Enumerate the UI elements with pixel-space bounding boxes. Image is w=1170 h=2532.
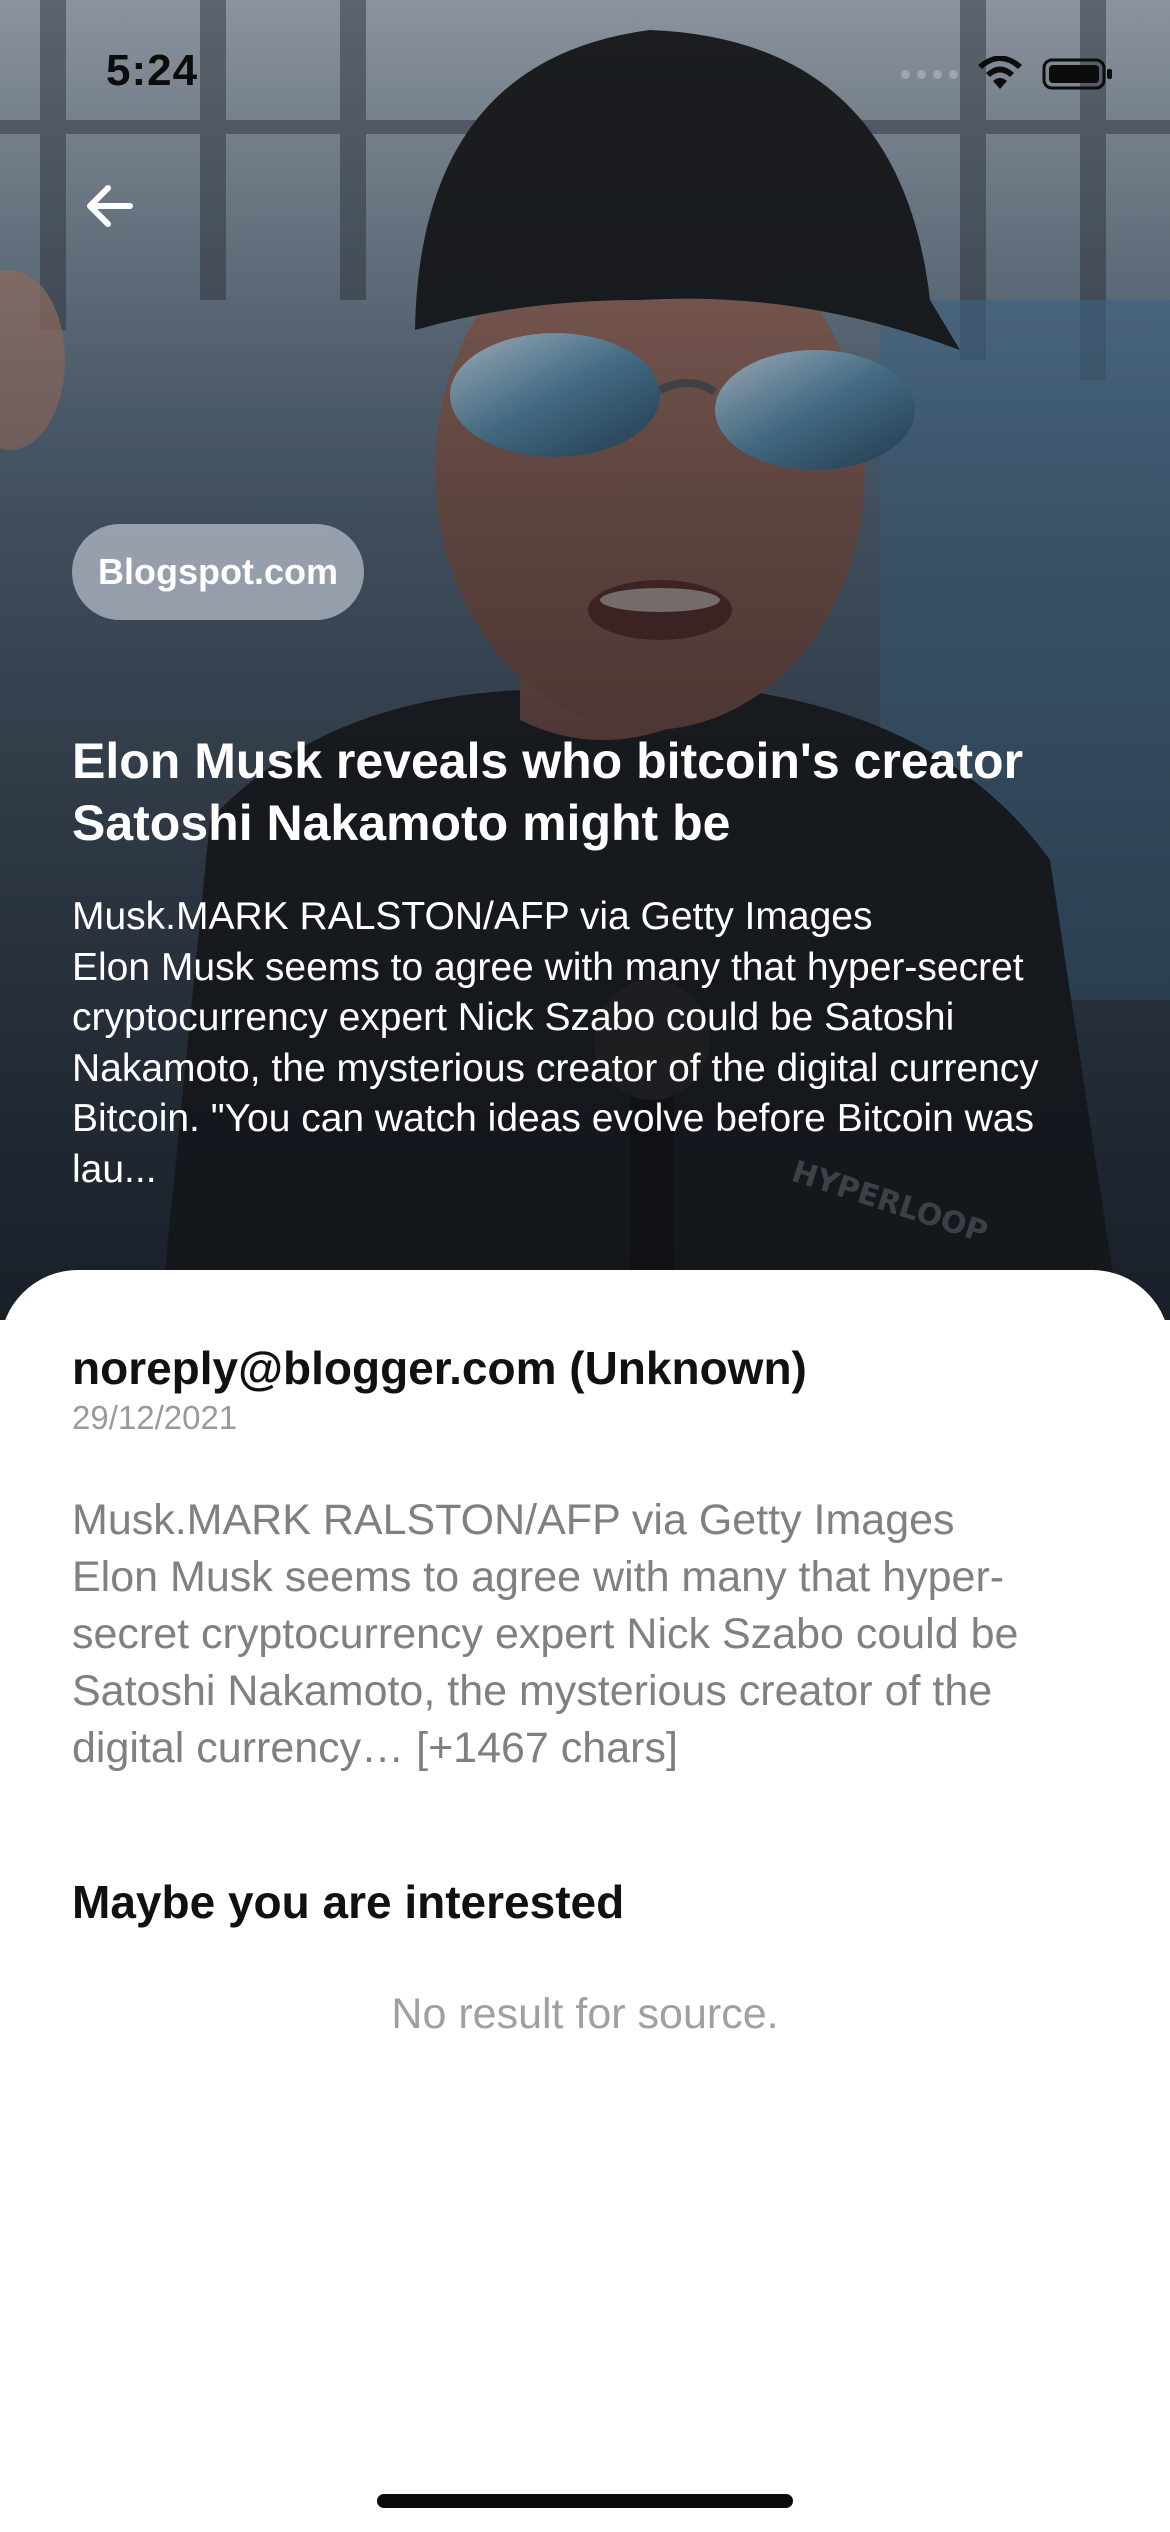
article-author: noreply@blogger.com (Unknown) bbox=[72, 1342, 807, 1394]
wifi-icon bbox=[978, 56, 1022, 89]
status-time: 5:24 bbox=[106, 46, 199, 95]
article-description: Musk.MARK RALSTON/AFP via Getty Images E… bbox=[72, 895, 1039, 1191]
hero-header: HYPERLOOP 5:24 bbox=[0, 0, 1170, 1320]
back-button[interactable] bbox=[72, 168, 148, 244]
signal-icon bbox=[901, 69, 958, 79]
battery-icon bbox=[1042, 58, 1112, 90]
status-bar: 5:24 bbox=[0, 0, 1170, 140]
home-indicator[interactable] bbox=[377, 2494, 793, 2508]
article-content: Musk.MARK RALSTON/AFP via Getty Images E… bbox=[72, 1496, 1019, 1772]
status-icons bbox=[901, 52, 1114, 96]
related-empty-message: No result for source. bbox=[391, 1990, 779, 2038]
related-heading: Maybe you are interested bbox=[72, 1876, 625, 1928]
arrow-left-icon bbox=[87, 185, 133, 227]
article-title: Elon Musk reveals who bitcoin's creator … bbox=[72, 733, 1024, 851]
article-detail-screen: HYPERLOOP 5:24 bbox=[0, 0, 1170, 2532]
source-chip[interactable]: Blogspot.com bbox=[72, 524, 364, 620]
content-sheet: noreply@blogger.com (Unknown) 29/12/2021… bbox=[0, 1270, 1170, 2532]
article-date: 29/12/2021 bbox=[72, 1399, 238, 1436]
